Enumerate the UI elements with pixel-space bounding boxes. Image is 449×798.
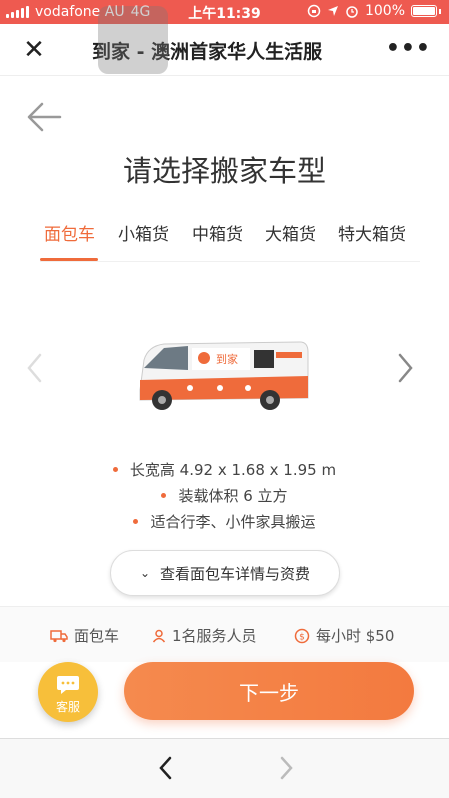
tab-small-box[interactable]: 小箱货 [118,220,169,245]
tab-xlarge-box[interactable]: 特大箱货 [338,220,406,245]
battery-cap [439,8,441,14]
spec-suitability: 适合行李、小件家具搬运 [150,512,316,531]
next-step-button[interactable]: 下一步 [124,662,414,720]
spec-volume: 装载体积 6 立方 [178,486,288,505]
page-title: 请选择搬家车型 [122,154,326,188]
browser-back-icon[interactable] [156,755,176,781]
tab-large-box[interactable]: 大箱货 [265,220,316,245]
tab-medium-box[interactable]: 中箱货 [192,220,243,245]
bullet-icon [161,492,167,498]
carousel-next-icon[interactable] [394,352,416,384]
person-icon [152,629,166,642]
chevron-down-icon: ⌄ [139,566,151,580]
customer-service-button[interactable]: 客服 [38,662,98,722]
customer-service-label: 客服 [55,700,80,714]
summary-vehicle-label: 面包车 [74,627,120,645]
dollar-icon: $ [294,628,310,643]
view-details-button[interactable]: ⌄ 查看面包车详情与资费 [110,550,340,596]
active-tab-indicator [40,258,98,261]
alarm-icon [346,6,358,18]
more-options-icon[interactable]: ••• [386,36,431,61]
browser-toolbar [0,738,449,798]
bullet-icon [112,466,118,472]
van-image: 到家 [139,341,309,410]
bullet-icon [133,518,139,524]
browser-forward-icon[interactable] [276,755,296,781]
summary-staff: 1名服务人员 [152,625,257,646]
battery-percent: 100% [364,3,405,19]
nav-bar: ✕ 到家 - 澳洲首家华人生活服 ••• [0,24,449,76]
summary-staff-label: 1名服务人员 [172,627,257,645]
tab-van[interactable]: 面包车 [44,220,95,245]
svg-text:$: $ [299,632,305,642]
spec-item: 装载体积 6 立方 [0,482,449,508]
vehicle-tabs: 面包车 小箱货 中箱货 大箱货 特大箱货 [40,220,420,262]
summary-vehicle: 面包车 [50,625,119,646]
lock-rotation-icon [307,4,321,18]
status-bar: vodafone AU 4G 上午11:39 100% [0,0,449,24]
location-icon [327,6,338,16]
chat-bubble-icon [57,676,79,694]
status-right: 100% [307,3,441,19]
summary-rate-label: 每小时 $50 [316,627,395,645]
press-highlight [98,6,168,74]
back-arrow-icon[interactable] [24,100,64,134]
carousel-prev-icon[interactable] [24,352,46,384]
spec-dimensions: 长宽高 4.92 x 1.68 x 1.95 m [129,460,337,479]
battery-icon [411,5,437,17]
truck-icon [50,629,68,642]
summary-rate: $ 每小时 $50 [294,625,394,646]
vehicle-specs: 长宽高 4.92 x 1.68 x 1.95 m 装载体积 6 立方 适合行李、… [0,456,449,534]
van-brand-label: 到家 [216,352,238,366]
view-details-label: 查看面包车详情与资费 [160,564,311,583]
close-button[interactable]: ✕ [18,34,50,66]
spec-item: 长宽高 4.92 x 1.68 x 1.95 m [0,456,449,482]
spec-item: 适合行李、小件家具搬运 [0,508,449,534]
summary-bar: 面包车 1名服务人员 $ 每小时 $50 [0,606,449,662]
